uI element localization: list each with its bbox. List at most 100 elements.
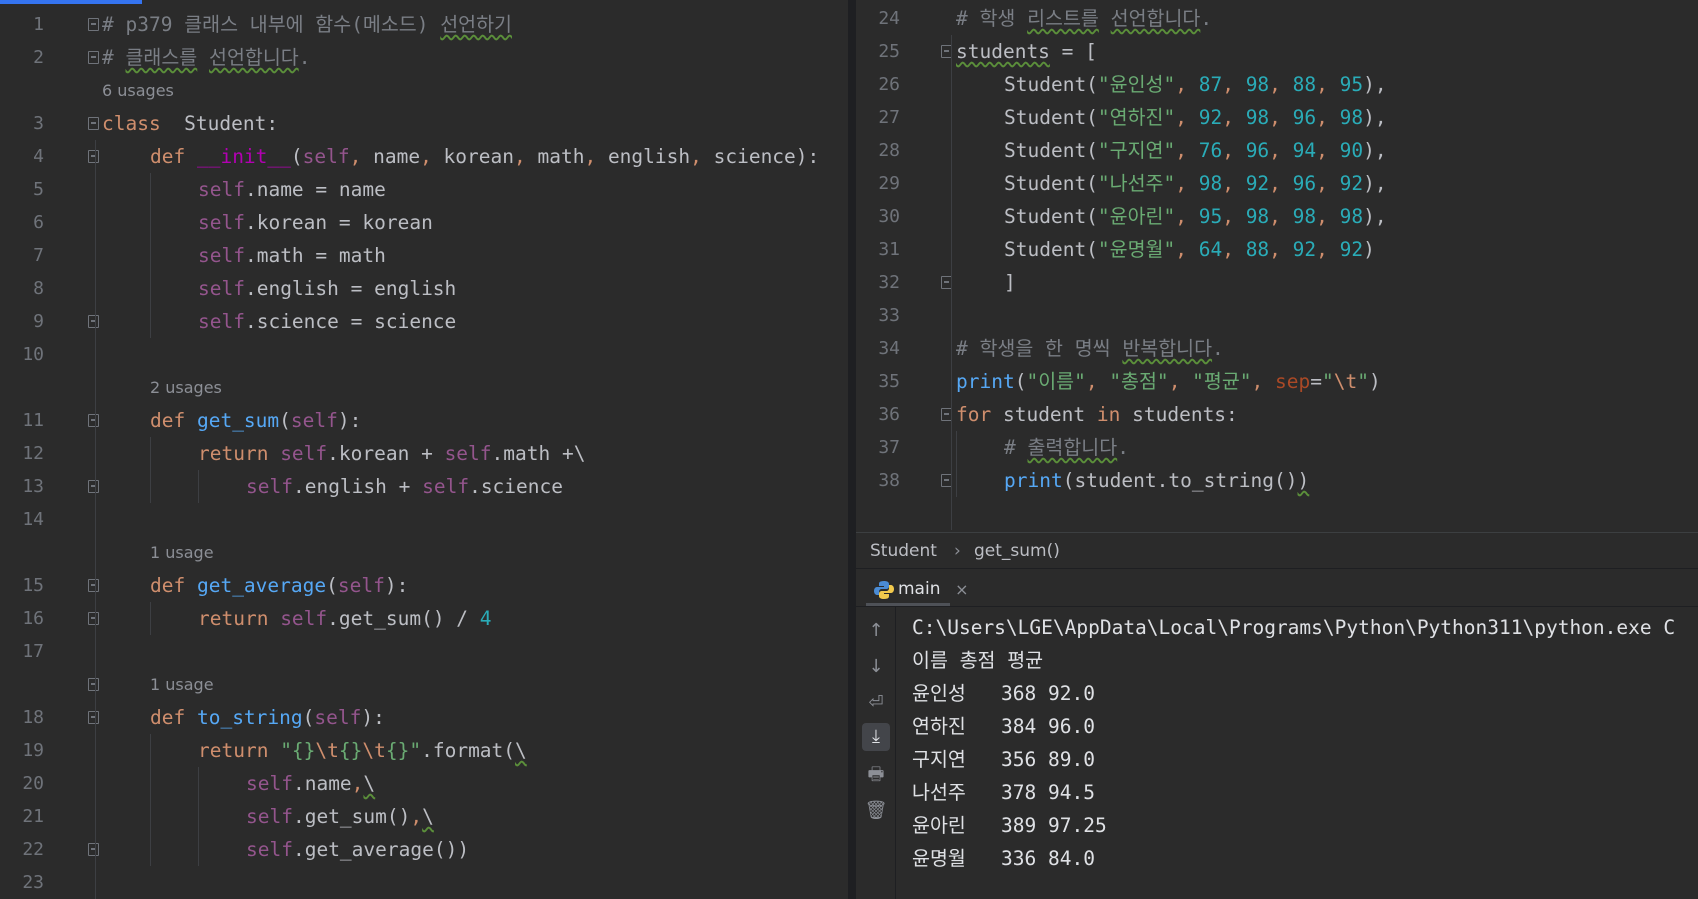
- fold-icon[interactable]: [88, 711, 99, 724]
- code-line[interactable]: 18 def to_string(self):: [0, 701, 848, 734]
- scroll-up-icon[interactable]: ↑: [862, 617, 890, 645]
- fold-icon[interactable]: [88, 480, 99, 493]
- code-line[interactable]: 28 Student("구지연", 76, 96, 94, 90),: [856, 134, 1698, 167]
- usage-hint[interactable]: 1 usage: [0, 536, 848, 569]
- code-line[interactable]: 33: [856, 299, 1698, 332]
- code-text: def __init__(self, name, korean, math, e…: [150, 145, 820, 168]
- code-text: ]: [1004, 271, 1016, 294]
- fold-icon[interactable]: [88, 18, 99, 31]
- fold-icon[interactable]: [88, 315, 99, 328]
- fold-icon[interactable]: [88, 150, 99, 163]
- usage-hint[interactable]: 1 usage: [0, 668, 848, 701]
- breadcrumb-item-method[interactable]: get_sum(): [974, 541, 1060, 561]
- console-line: 윤인성 368 92.0: [912, 682, 1095, 705]
- code-line[interactable]: 35 print("이름", "총점", "평균", sep="\t"): [856, 365, 1698, 398]
- code-line[interactable]: 34 # 학생을 한 명씩 반복합니다.: [856, 332, 1698, 365]
- indent-guide: [198, 470, 199, 503]
- editor-pane-left[interactable]: 1 # p379 클래스 내부에 함수(메소드) 선언하기 2 # 클래스를 선언합니…: [0, 0, 852, 899]
- indent-guide: [150, 602, 151, 635]
- code-line[interactable]: 19 return "{}\t{}\t{}".format(\: [0, 734, 848, 767]
- usage-count[interactable]: 6 usages: [102, 74, 174, 107]
- usage-count[interactable]: 1 usage: [150, 536, 214, 569]
- usage-count[interactable]: 1 usage: [150, 668, 214, 701]
- code-line[interactable]: 1 # p379 클래스 내부에 함수(메소드) 선언하기: [0, 8, 848, 41]
- line-number: 13: [22, 476, 44, 497]
- editor-pane-right[interactable]: 24 # 학생 리스트를 선언합니다. 25 students = [26 Studen…: [856, 0, 1698, 899]
- code-line[interactable]: 16 return self.get_sum() / 4: [0, 602, 848, 635]
- fold-icon[interactable]: [88, 678, 99, 691]
- run-toolbar: ↑ ↓ ⏎ ⤓ 🖶 🗑: [856, 607, 896, 899]
- code-text: self.get_average()): [246, 838, 470, 861]
- code-line[interactable]: 13 self.english + self.science: [0, 470, 848, 503]
- fold-icon[interactable]: [88, 579, 99, 592]
- line-number: 28: [878, 140, 900, 161]
- code-line[interactable]: 24 # 학생 리스트를 선언합니다.: [856, 2, 1698, 35]
- indent-guide: [150, 734, 151, 866]
- usage-count[interactable]: 2 usages: [150, 371, 222, 404]
- code-line[interactable]: 29 Student("나선주", 98, 92, 96, 92),: [856, 167, 1698, 200]
- fold-icon[interactable]: [88, 414, 99, 427]
- usage-hint[interactable]: 2 usages: [0, 371, 848, 404]
- code-line[interactable]: 22 self.get_average()): [0, 833, 848, 866]
- code-line[interactable]: 27 Student("연하진", 92, 98, 96, 98),: [856, 101, 1698, 134]
- indent-guide: [95, 140, 96, 899]
- code-line[interactable]: 36 for student in students:: [856, 398, 1698, 431]
- code-line[interactable]: 17: [0, 635, 848, 668]
- line-number: 8: [33, 278, 44, 299]
- code-line[interactable]: 10: [0, 338, 848, 371]
- line-number: 26: [878, 74, 900, 95]
- print-icon[interactable]: 🖶: [862, 761, 890, 789]
- console-line: 연하진 384 96.0: [912, 715, 1095, 738]
- fold-icon[interactable]: [88, 612, 99, 625]
- line-number: 19: [22, 740, 44, 761]
- breadcrumb-item-class[interactable]: Student: [870, 541, 937, 561]
- code-line[interactable]: 14: [0, 503, 848, 536]
- code-text: Student("나선주", 98, 92, 96, 92),: [1004, 172, 1387, 195]
- code-text: self.english = english: [198, 277, 457, 300]
- console-output[interactable]: C:\Users\LGE\AppData\Local\Programs\Pyth…: [912, 611, 1692, 875]
- code-line[interactable]: 6 self.korean = korean: [0, 206, 848, 239]
- soft-wrap-icon[interactable]: ⏎: [862, 689, 890, 717]
- code-line[interactable]: 12 return self.korean + self.math +\: [0, 437, 848, 470]
- code-line[interactable]: 9 self.science = science: [0, 305, 848, 338]
- line-number: 34: [878, 338, 900, 359]
- line-number: 7: [33, 245, 44, 266]
- code-line[interactable]: 25 students = [: [856, 35, 1698, 68]
- code-text: # 학생 리스트를 선언합니다.: [956, 7, 1213, 30]
- indent-guide: [956, 431, 957, 497]
- scroll-down-icon[interactable]: ↓: [862, 653, 890, 681]
- code-line[interactable]: 7 self.math = math: [0, 239, 848, 272]
- scroll-to-end-icon[interactable]: ⤓: [862, 723, 890, 751]
- code-text: Student("구지연", 76, 96, 94, 90),: [1004, 139, 1387, 162]
- code-line[interactable]: 38 print(student.to_string()): [856, 464, 1698, 497]
- fold-icon[interactable]: [88, 117, 99, 130]
- code-line[interactable]: 37 # 출력합니다.: [856, 431, 1698, 464]
- code-line[interactable]: 15 def get_average(self):: [0, 569, 848, 602]
- code-line[interactable]: 30 Student("윤아린", 95, 98, 98, 98),: [856, 200, 1698, 233]
- code-line[interactable]: 21 self.get_sum(),\: [0, 800, 848, 833]
- code-line[interactable]: 4 def __init__(self, name, korean, math, …: [0, 140, 848, 173]
- line-number: 1: [33, 14, 44, 35]
- trash-icon[interactable]: 🗑: [862, 797, 890, 825]
- code-line[interactable]: 5 self.name = name: [0, 173, 848, 206]
- code-line[interactable]: 20 self.name,\: [0, 767, 848, 800]
- code-line[interactable]: 31 Student("윤명월", 64, 88, 92, 92): [856, 233, 1698, 266]
- line-number: 15: [22, 575, 44, 596]
- code-line[interactable]: 8 self.english = english: [0, 272, 848, 305]
- run-tab-main[interactable]: main ×: [866, 573, 968, 606]
- close-icon[interactable]: ×: [955, 573, 968, 606]
- indent-guide: [150, 437, 151, 503]
- fold-icon[interactable]: [88, 51, 99, 64]
- code-line[interactable]: 11 def get_sum(self):: [0, 404, 848, 437]
- active-tab-accent: [0, 0, 142, 4]
- code-text: return "{}\t{}\t{}".format(\: [198, 739, 527, 762]
- code-line[interactable]: 32]: [856, 266, 1698, 299]
- code-line[interactable]: 23: [0, 866, 848, 899]
- usage-hint[interactable]: 6 usages: [0, 74, 848, 107]
- run-tab-label: main: [898, 579, 941, 599]
- fold-icon[interactable]: [88, 843, 99, 856]
- code-line[interactable]: 3 class Student:: [0, 107, 848, 140]
- code-line[interactable]: 26 Student("윤인성", 87, 98, 88, 95),: [856, 68, 1698, 101]
- code-line[interactable]: 2 # 클래스를 선언합니다.: [0, 41, 848, 74]
- line-number: 37: [878, 437, 900, 458]
